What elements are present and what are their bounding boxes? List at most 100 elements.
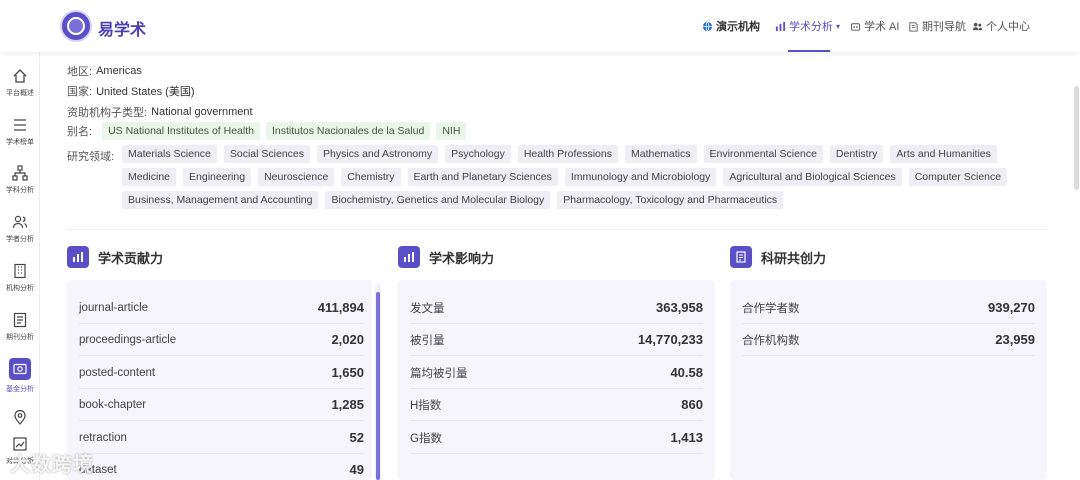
table-row: 合作学者数 939,270 bbox=[742, 292, 1035, 324]
sidebar-item-location[interactable] bbox=[0, 409, 40, 425]
sidebar-item-discipline[interactable]: 学科分析 bbox=[0, 165, 40, 195]
info-country: 国家: United States (美国) bbox=[67, 83, 194, 99]
nav-label: 期刊导航 bbox=[922, 21, 966, 33]
sidebar-item-rankings[interactable]: 学术榜单 bbox=[0, 117, 40, 147]
users-icon bbox=[972, 22, 983, 30]
bar-chart-icon bbox=[775, 21, 786, 31]
home-icon bbox=[13, 69, 27, 83]
field-tag[interactable]: Social Sciences bbox=[223, 145, 310, 163]
nav-journal-guide[interactable]: 期刊导航 bbox=[908, 18, 966, 34]
row-label: book-chapter bbox=[79, 398, 147, 411]
row-value: 2,020 bbox=[331, 332, 364, 347]
row-label: 合作机构数 bbox=[742, 334, 800, 347]
table-row: 篇均被引量 40.58 bbox=[410, 357, 703, 389]
field-tag[interactable]: Environmental Science bbox=[703, 145, 823, 163]
field-tag[interactable]: Biochemistry, Genetics and Molecular Bio… bbox=[325, 191, 551, 209]
contribution-card[interactable]: journal-article 411,894 proceedings-arti… bbox=[67, 280, 372, 480]
row-label: 篇均被引量 bbox=[410, 367, 468, 380]
row-value: 363,958 bbox=[656, 300, 703, 315]
nav-academic-analysis[interactable]: 学术分析 ▾ bbox=[775, 18, 840, 34]
sidebar-item-institution[interactable]: 机构分析 bbox=[0, 263, 40, 293]
sidebar-item-label: 学科分析 bbox=[6, 187, 34, 194]
nav-label: 演示机构 bbox=[716, 21, 760, 33]
book-icon bbox=[909, 21, 918, 32]
table-row: 发文量 363,958 bbox=[410, 292, 703, 324]
country-value: United States (美国) bbox=[96, 86, 195, 98]
field-tag[interactable]: Mathematics bbox=[624, 145, 697, 163]
row-label: posted-content bbox=[79, 366, 156, 379]
region-value: Americas bbox=[96, 65, 142, 77]
alias-label: 别名: bbox=[67, 126, 93, 138]
table-row: proceedings-article 2,020 bbox=[79, 324, 364, 356]
subtype-value: National government bbox=[151, 106, 253, 118]
nav-academic-ai[interactable]: 学术 AI bbox=[850, 18, 899, 34]
field-tag[interactable]: Materials Science bbox=[122, 145, 217, 163]
influence-header: 学术影响力 bbox=[398, 246, 494, 268]
row-value: 411,894 bbox=[317, 300, 364, 315]
field-tag[interactable]: Earth and Planetary Sciences bbox=[407, 168, 558, 186]
watermark-text: 大数跨境 bbox=[10, 454, 94, 476]
field-tag[interactable]: Dentistry bbox=[829, 145, 884, 163]
bar-chart-icon bbox=[398, 246, 420, 268]
page-scrollbar[interactable] bbox=[1074, 86, 1079, 190]
robot-icon bbox=[850, 22, 861, 31]
table-row: 合作机构数 23,959 bbox=[742, 324, 1035, 356]
document-icon bbox=[730, 246, 752, 268]
row-value: 52 bbox=[349, 430, 364, 445]
sidebar-item-platform-overview[interactable]: 平台概述 bbox=[0, 68, 40, 98]
field-tag[interactable]: Computer Science bbox=[908, 168, 1008, 186]
field-tag[interactable]: Immunology and Microbiology bbox=[564, 168, 717, 186]
sidebar-item-fund[interactable]: 基金分析 bbox=[0, 358, 40, 394]
card-title: 学术影响力 bbox=[429, 250, 495, 266]
row-label: H指数 bbox=[410, 399, 442, 412]
row-label: G指数 bbox=[410, 432, 442, 445]
row-value: 1,285 bbox=[331, 397, 364, 412]
nav-personal-center[interactable]: 个人中心 bbox=[972, 18, 1030, 34]
row-label: 合作学者数 bbox=[742, 302, 800, 315]
table-row: G指数 1,413 bbox=[410, 422, 703, 454]
card-scrollbar-thumb[interactable] bbox=[376, 292, 380, 480]
collaboration-card: 合作学者数 939,270 合作机构数 23,959 bbox=[730, 280, 1047, 480]
row-value: 1,650 bbox=[331, 365, 364, 380]
section-divider bbox=[67, 229, 1047, 230]
table-row: book-chapter 1,285 bbox=[79, 389, 364, 421]
collaboration-header: 科研共创力 bbox=[730, 246, 826, 268]
table-row: posted-content 1,650 bbox=[79, 357, 364, 389]
field-tag[interactable]: Pharmacology, Toxicology and Pharmaceuti… bbox=[557, 191, 784, 209]
row-label: 被引量 bbox=[410, 334, 445, 347]
nav-demo-institution[interactable]: 演示机构 bbox=[702, 18, 760, 34]
building-icon bbox=[14, 263, 26, 279]
globe-icon bbox=[702, 21, 713, 31]
row-value: 939,270 bbox=[988, 300, 1035, 315]
field-tag[interactable]: Neuroscience bbox=[258, 168, 335, 186]
info-aliases: 别名: US National Institutes of Health Ins… bbox=[67, 122, 472, 140]
nav-label: 学术 AI bbox=[864, 21, 900, 33]
app-name[interactable]: 易学术 bbox=[98, 16, 146, 40]
card-title: 科研共创力 bbox=[761, 250, 827, 266]
logo-icon[interactable] bbox=[60, 10, 92, 42]
field-tag[interactable]: Engineering bbox=[183, 168, 252, 186]
card-title: 学术贡献力 bbox=[98, 250, 164, 266]
journal-icon bbox=[13, 312, 27, 328]
users-icon bbox=[12, 215, 28, 229]
sidebar-item-scholar[interactable]: 学者分析 bbox=[0, 214, 40, 244]
field-tag[interactable]: Health Professions bbox=[517, 145, 618, 163]
field-tag[interactable]: Physics and Astronomy bbox=[317, 145, 439, 163]
sidebar-item-journal[interactable]: 期刊分析 bbox=[0, 312, 40, 342]
field-tag[interactable]: Chemistry bbox=[341, 168, 401, 186]
field-tag[interactable]: Business, Management and Accounting bbox=[122, 191, 319, 209]
fields-label: 研究领域: bbox=[67, 151, 115, 163]
field-tag[interactable]: Medicine bbox=[122, 168, 177, 186]
table-row: H指数 860 bbox=[410, 389, 703, 421]
field-tag[interactable]: Agricultural and Biological Sciences bbox=[723, 168, 902, 186]
sidebar-item-label: 平台概述 bbox=[6, 90, 34, 97]
alias-tag: Institutos Nacionales de la Salud bbox=[265, 122, 431, 140]
table-row: 被引量 14,770,233 bbox=[410, 324, 703, 356]
sidebar-item-label: 基金分析 bbox=[6, 386, 34, 393]
field-tag[interactable]: Psychology bbox=[445, 145, 511, 163]
alias-tag: NIH bbox=[436, 122, 467, 140]
fund-icon bbox=[9, 358, 31, 380]
row-value: 40.58 bbox=[670, 365, 703, 380]
field-tag[interactable]: Arts and Humanities bbox=[890, 145, 997, 163]
table-row: journal-article 411,894 bbox=[79, 292, 364, 324]
